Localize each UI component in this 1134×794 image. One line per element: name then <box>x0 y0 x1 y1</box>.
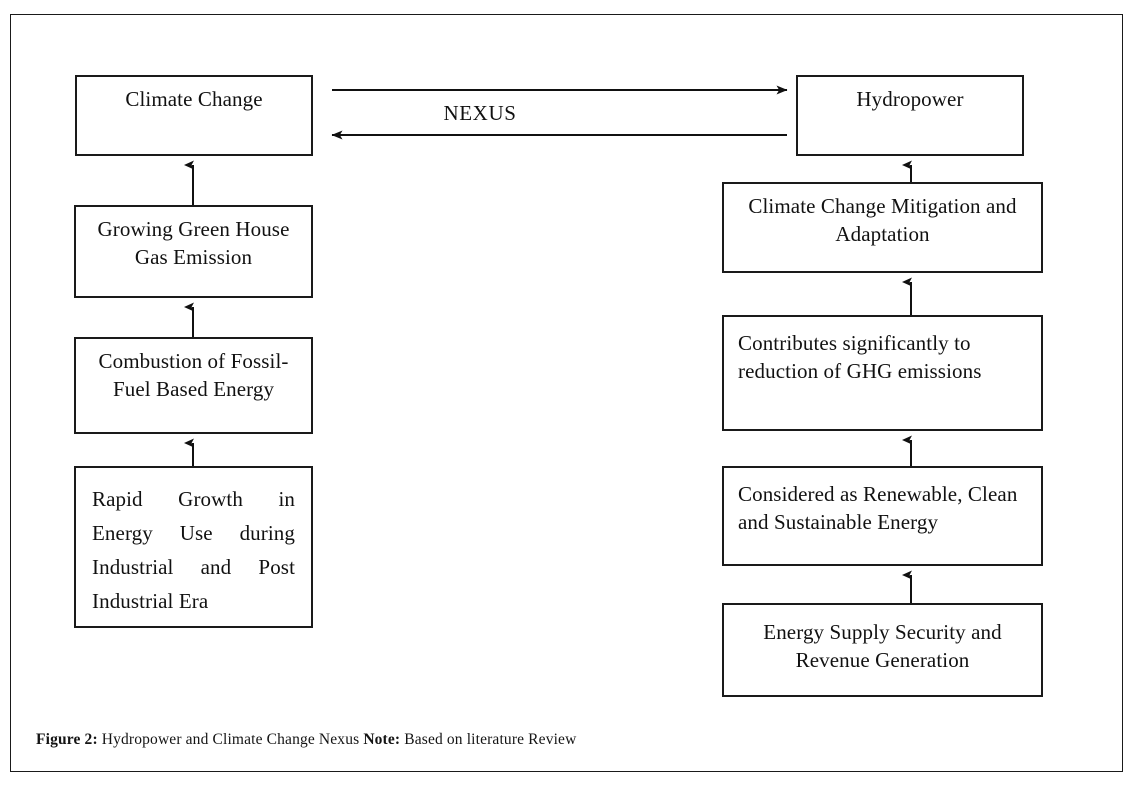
node-contributes-label: Contributes significantly to reduction o… <box>738 331 982 383</box>
node-rapid-growth-in-energy-use[interactable]: Rapid Growth in Energy Use during Indust… <box>74 466 313 628</box>
node-renewable-label: Considered as Renewable, Clean and Susta… <box>738 482 1018 534</box>
node-fossil-fuel-label: Combustion of Fossil- Fuel Based Energy <box>98 349 289 401</box>
figure-caption-prefix: Figure 2: <box>36 731 98 748</box>
node-hydropower[interactable]: Hydropower <box>796 75 1024 156</box>
node-mitigation-label: Climate Change Mitigation and Adaptation <box>748 194 1017 246</box>
node-climate-change-mitigation-and-adaptation[interactable]: Climate Change Mitigation and Adaptation <box>722 182 1043 273</box>
node-climate-change-label: Climate Change <box>125 87 263 111</box>
node-contributes-to-ghg-reduction[interactable]: Contributes significantly to reduction o… <box>722 315 1043 431</box>
node-combustion-of-fossil-fuel-based-energy[interactable]: Combustion of Fossil- Fuel Based Energy <box>74 337 313 434</box>
figure-caption-note-label: Note: <box>363 731 401 748</box>
nexus-label: NEXUS <box>443 101 517 125</box>
node-rapid-growth-label: Rapid Growth in Energy Use during Indust… <box>92 487 295 614</box>
node-growing-green-house-gas-emission[interactable]: Growing Green House Gas Emission <box>74 205 313 298</box>
node-climate-change[interactable]: Climate Change <box>75 75 313 156</box>
node-ghg-emission-label: Growing Green House Gas Emission <box>97 217 290 269</box>
figure-caption-main: Hydropower and Climate Change Nexus <box>97 731 364 748</box>
node-energy-supply-security-and-revenue-generation[interactable]: Energy Supply Security and Revenue Gener… <box>722 603 1043 697</box>
figure-caption: Figure 2: Hydropower and Climate Change … <box>36 731 576 749</box>
node-energy-supply-label: Energy Supply Security and Revenue Gener… <box>763 620 1002 672</box>
node-considered-renewable-clean-sustainable[interactable]: Considered as Renewable, Clean and Susta… <box>722 466 1043 566</box>
figure-caption-note-text: Based on literature Review <box>400 731 577 748</box>
diagram-canvas: NEXUS Climate Change Growing Green House… <box>0 0 1134 794</box>
node-hydropower-label: Hydropower <box>856 87 964 111</box>
